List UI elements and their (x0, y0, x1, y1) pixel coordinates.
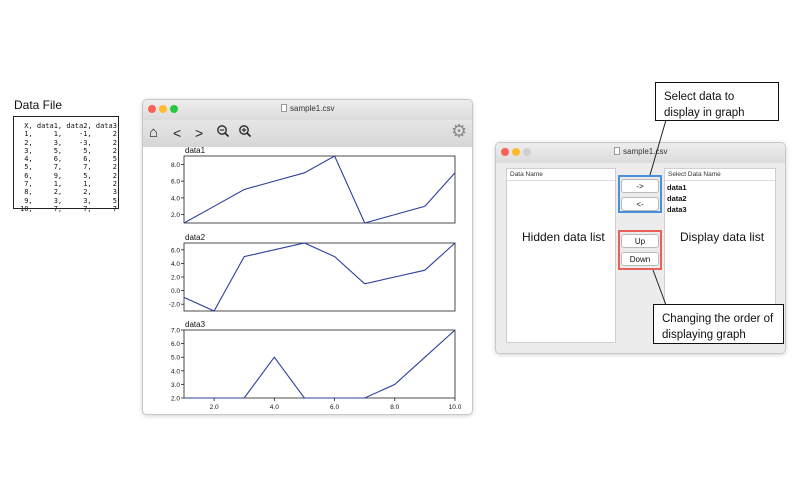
select-data-callout: Select data to display in graph (655, 82, 779, 121)
order-callout-leader (652, 269, 667, 306)
select-callout-leader (649, 119, 667, 176)
change-order-callout: Changing the order of displaying graph (653, 304, 784, 344)
callout-leaders (649, 119, 667, 306)
